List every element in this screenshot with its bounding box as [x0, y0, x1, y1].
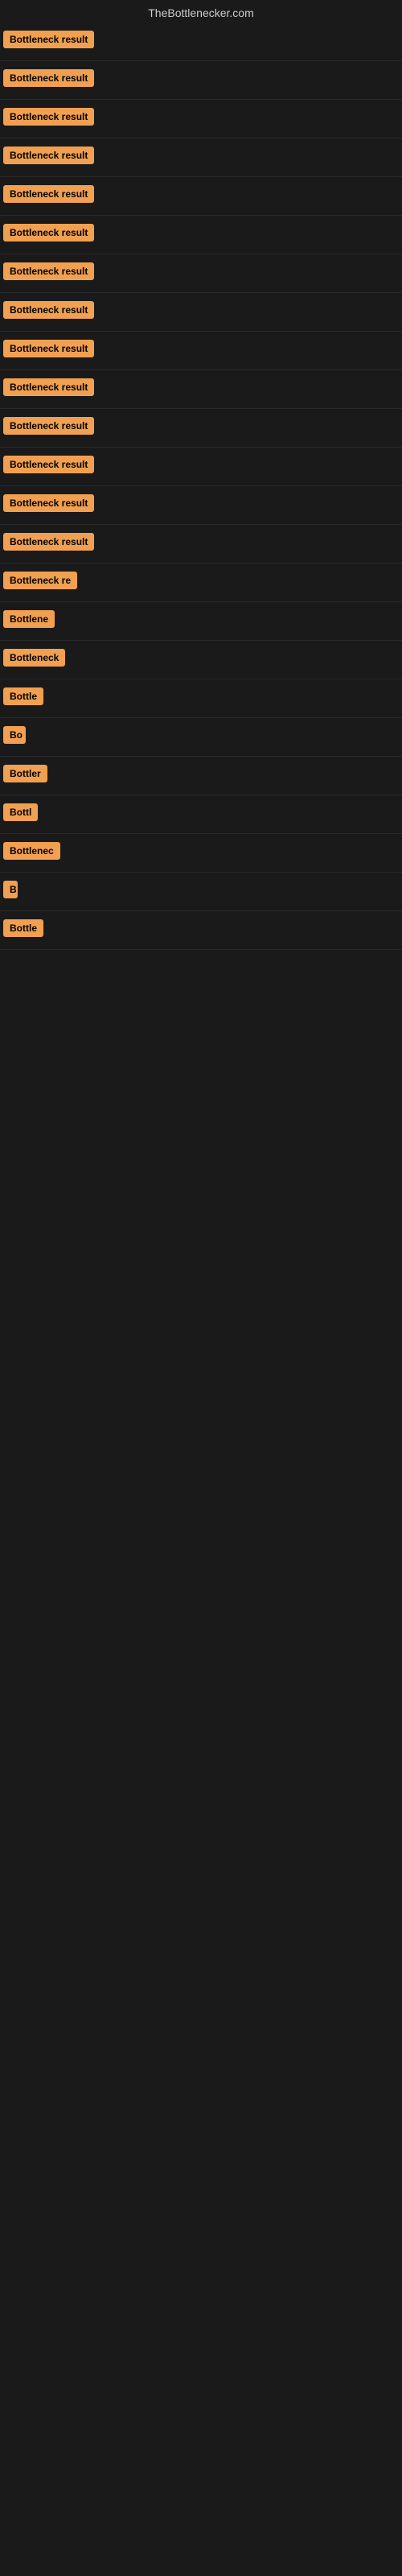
bottleneck-result-badge[interactable]: Bottler — [3, 765, 47, 782]
bottleneck-result-badge[interactable]: Bo — [3, 726, 26, 744]
bottleneck-result-badge[interactable]: Bottleneck result — [3, 262, 94, 280]
result-row: Bottleneck result — [0, 525, 402, 564]
result-row: Bottleneck result — [0, 370, 402, 409]
result-row: B — [0, 873, 402, 911]
result-row: Bottleneck result — [0, 332, 402, 370]
bottleneck-result-badge[interactable]: Bottleneck result — [3, 69, 94, 87]
result-row: Bottleneck result — [0, 100, 402, 138]
bottleneck-result-badge[interactable]: Bottleneck result — [3, 456, 94, 473]
bottleneck-result-badge[interactable]: Bottleneck result — [3, 185, 94, 203]
bottleneck-result-badge[interactable]: Bottle — [3, 919, 43, 937]
bottleneck-result-badge[interactable]: Bottlenec — [3, 842, 60, 860]
result-row: Bottleneck result — [0, 177, 402, 216]
result-row: Bottleneck — [0, 641, 402, 679]
site-title: TheBottlenecker.com — [0, 0, 402, 23]
result-row: Bottl — [0, 795, 402, 834]
result-row: Bottleneck re — [0, 564, 402, 602]
bottleneck-result-badge[interactable]: Bottleneck result — [3, 533, 94, 551]
bottleneck-result-badge[interactable]: Bottleneck result — [3, 378, 94, 396]
result-row: Bo — [0, 718, 402, 757]
bottleneck-result-badge[interactable]: Bottle — [3, 687, 43, 705]
bottleneck-result-badge[interactable]: Bottleneck result — [3, 147, 94, 164]
bottleneck-result-badge[interactable]: Bottleneck result — [3, 108, 94, 126]
results-list: Bottleneck result Bottleneck result Bottle… — [0, 23, 402, 950]
result-row: Bottleneck result — [0, 23, 402, 61]
result-row: Bottleneck result — [0, 138, 402, 177]
result-row: Bottleneck result — [0, 409, 402, 448]
result-row: Bottlene — [0, 602, 402, 641]
bottleneck-result-badge[interactable]: Bottleneck result — [3, 494, 94, 512]
result-row: Bottlenec — [0, 834, 402, 873]
result-row: Bottleneck result — [0, 216, 402, 254]
bottleneck-result-badge[interactable]: Bottleneck — [3, 649, 65, 667]
bottleneck-result-badge[interactable]: Bottlene — [3, 610, 55, 628]
bottleneck-result-badge[interactable]: Bottleneck result — [3, 301, 94, 319]
bottleneck-result-badge[interactable]: Bottleneck result — [3, 340, 94, 357]
result-row: Bottleneck result — [0, 448, 402, 486]
result-row: Bottle — [0, 911, 402, 950]
result-row: Bottler — [0, 757, 402, 795]
result-row: Bottleneck result — [0, 293, 402, 332]
result-row: Bottleneck result — [0, 486, 402, 525]
result-row: Bottle — [0, 679, 402, 718]
bottleneck-result-badge[interactable]: Bottl — [3, 803, 38, 821]
result-row: Bottleneck result — [0, 61, 402, 100]
bottleneck-result-badge[interactable]: Bottleneck re — [3, 572, 77, 589]
bottleneck-result-badge[interactable]: Bottleneck result — [3, 224, 94, 242]
result-row: Bottleneck result — [0, 254, 402, 293]
bottleneck-result-badge[interactable]: B — [3, 881, 18, 898]
bottleneck-result-badge[interactable]: Bottleneck result — [3, 31, 94, 48]
bottleneck-result-badge[interactable]: Bottleneck result — [3, 417, 94, 435]
